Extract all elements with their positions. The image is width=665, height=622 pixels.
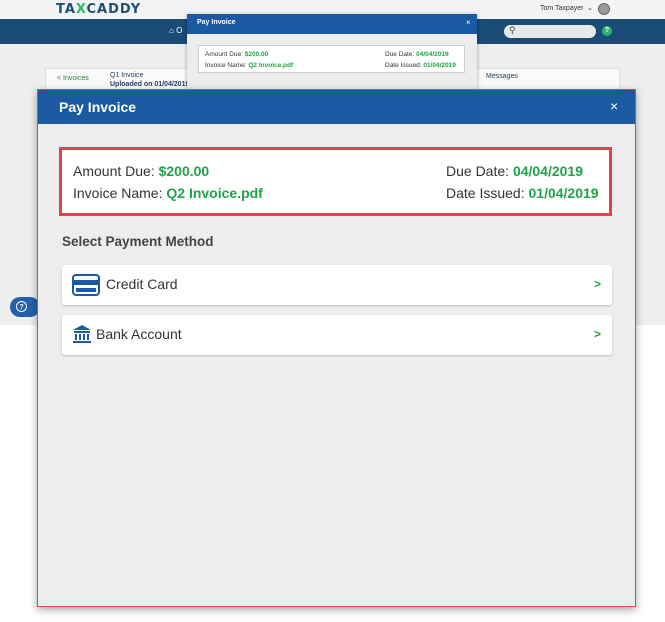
mini-invoice-summary: Amount Due: $200.00 Invoice Name: Q2 Inv… — [198, 45, 465, 73]
invoice-summary: Amount Due: $200.00 Invoice Name: Q2 Inv… — [59, 147, 612, 216]
amount-due: Amount Due: $200.00 — [73, 163, 210, 179]
nav-home-item[interactable]: ⌂ O — [169, 26, 182, 35]
mini-modal-title: Pay Invoice — [197, 19, 236, 26]
back-to-invoices-link[interactable]: < Invoices — [57, 75, 89, 82]
mini-amount-due: Amount Due: $200.00 — [205, 51, 269, 58]
mini-invoice-name: Invoice Name: Q2 Invoice.pdf — [205, 62, 294, 69]
credit-card-label: Credit Card — [106, 276, 178, 292]
help-icon[interactable]: ? — [602, 26, 612, 36]
section-title: Select Payment Method — [62, 234, 214, 249]
bank-icon — [72, 324, 92, 349]
mini-date-issued: Date Issued: 01/04/2019 — [385, 62, 456, 69]
pay-invoice-preview-modal: Pay Invoice × Amount Due: $200.00 Invoic… — [187, 14, 477, 92]
close-icon[interactable]: × — [466, 18, 471, 27]
modal-title: Pay Invoice — [59, 99, 137, 115]
close-icon[interactable]: × — [610, 98, 618, 114]
pay-invoice-modal: Pay Invoice × Amount Due: $200.00 Invoic… — [37, 89, 636, 607]
modal-header: Pay Invoice × — [38, 90, 635, 124]
credit-card-icon — [72, 274, 100, 301]
mini-due-date: Due Date: 04/04/2019 — [385, 51, 449, 58]
user-name[interactable]: Tom Taxpayer — [540, 5, 583, 12]
bank-account-label: Bank Account — [96, 326, 182, 342]
tab-messages[interactable]: Messages — [486, 73, 518, 80]
chevron-right-icon: > — [594, 327, 602, 341]
due-date: Due Date: 04/04/2019 — [446, 163, 584, 179]
chevron-down-icon[interactable]: ⌄ — [587, 4, 593, 12]
credit-card-option[interactable]: Credit Card > — [62, 265, 612, 305]
invoice-name: Invoice Name: Q2 Invoice.pdf — [73, 185, 263, 201]
date-issued: Date Issued: 01/04/2019 — [446, 185, 599, 201]
taxcaddy-logo[interactable]: TAXCADDY — [56, 2, 141, 17]
document-title: Q1 Invoice Uploaded on 01/04/2019 — [110, 72, 190, 88]
search-input[interactable] — [504, 25, 596, 38]
mini-modal-header: Pay Invoice × — [187, 14, 477, 34]
bank-account-option[interactable]: Bank Account > — [62, 315, 612, 355]
avatar[interactable] — [598, 3, 610, 15]
chevron-right-icon: > — [594, 277, 602, 291]
home-icon: ⌂ — [169, 26, 174, 35]
question-icon: ? — [16, 301, 27, 312]
search-icon: ⚲ — [509, 25, 516, 35]
